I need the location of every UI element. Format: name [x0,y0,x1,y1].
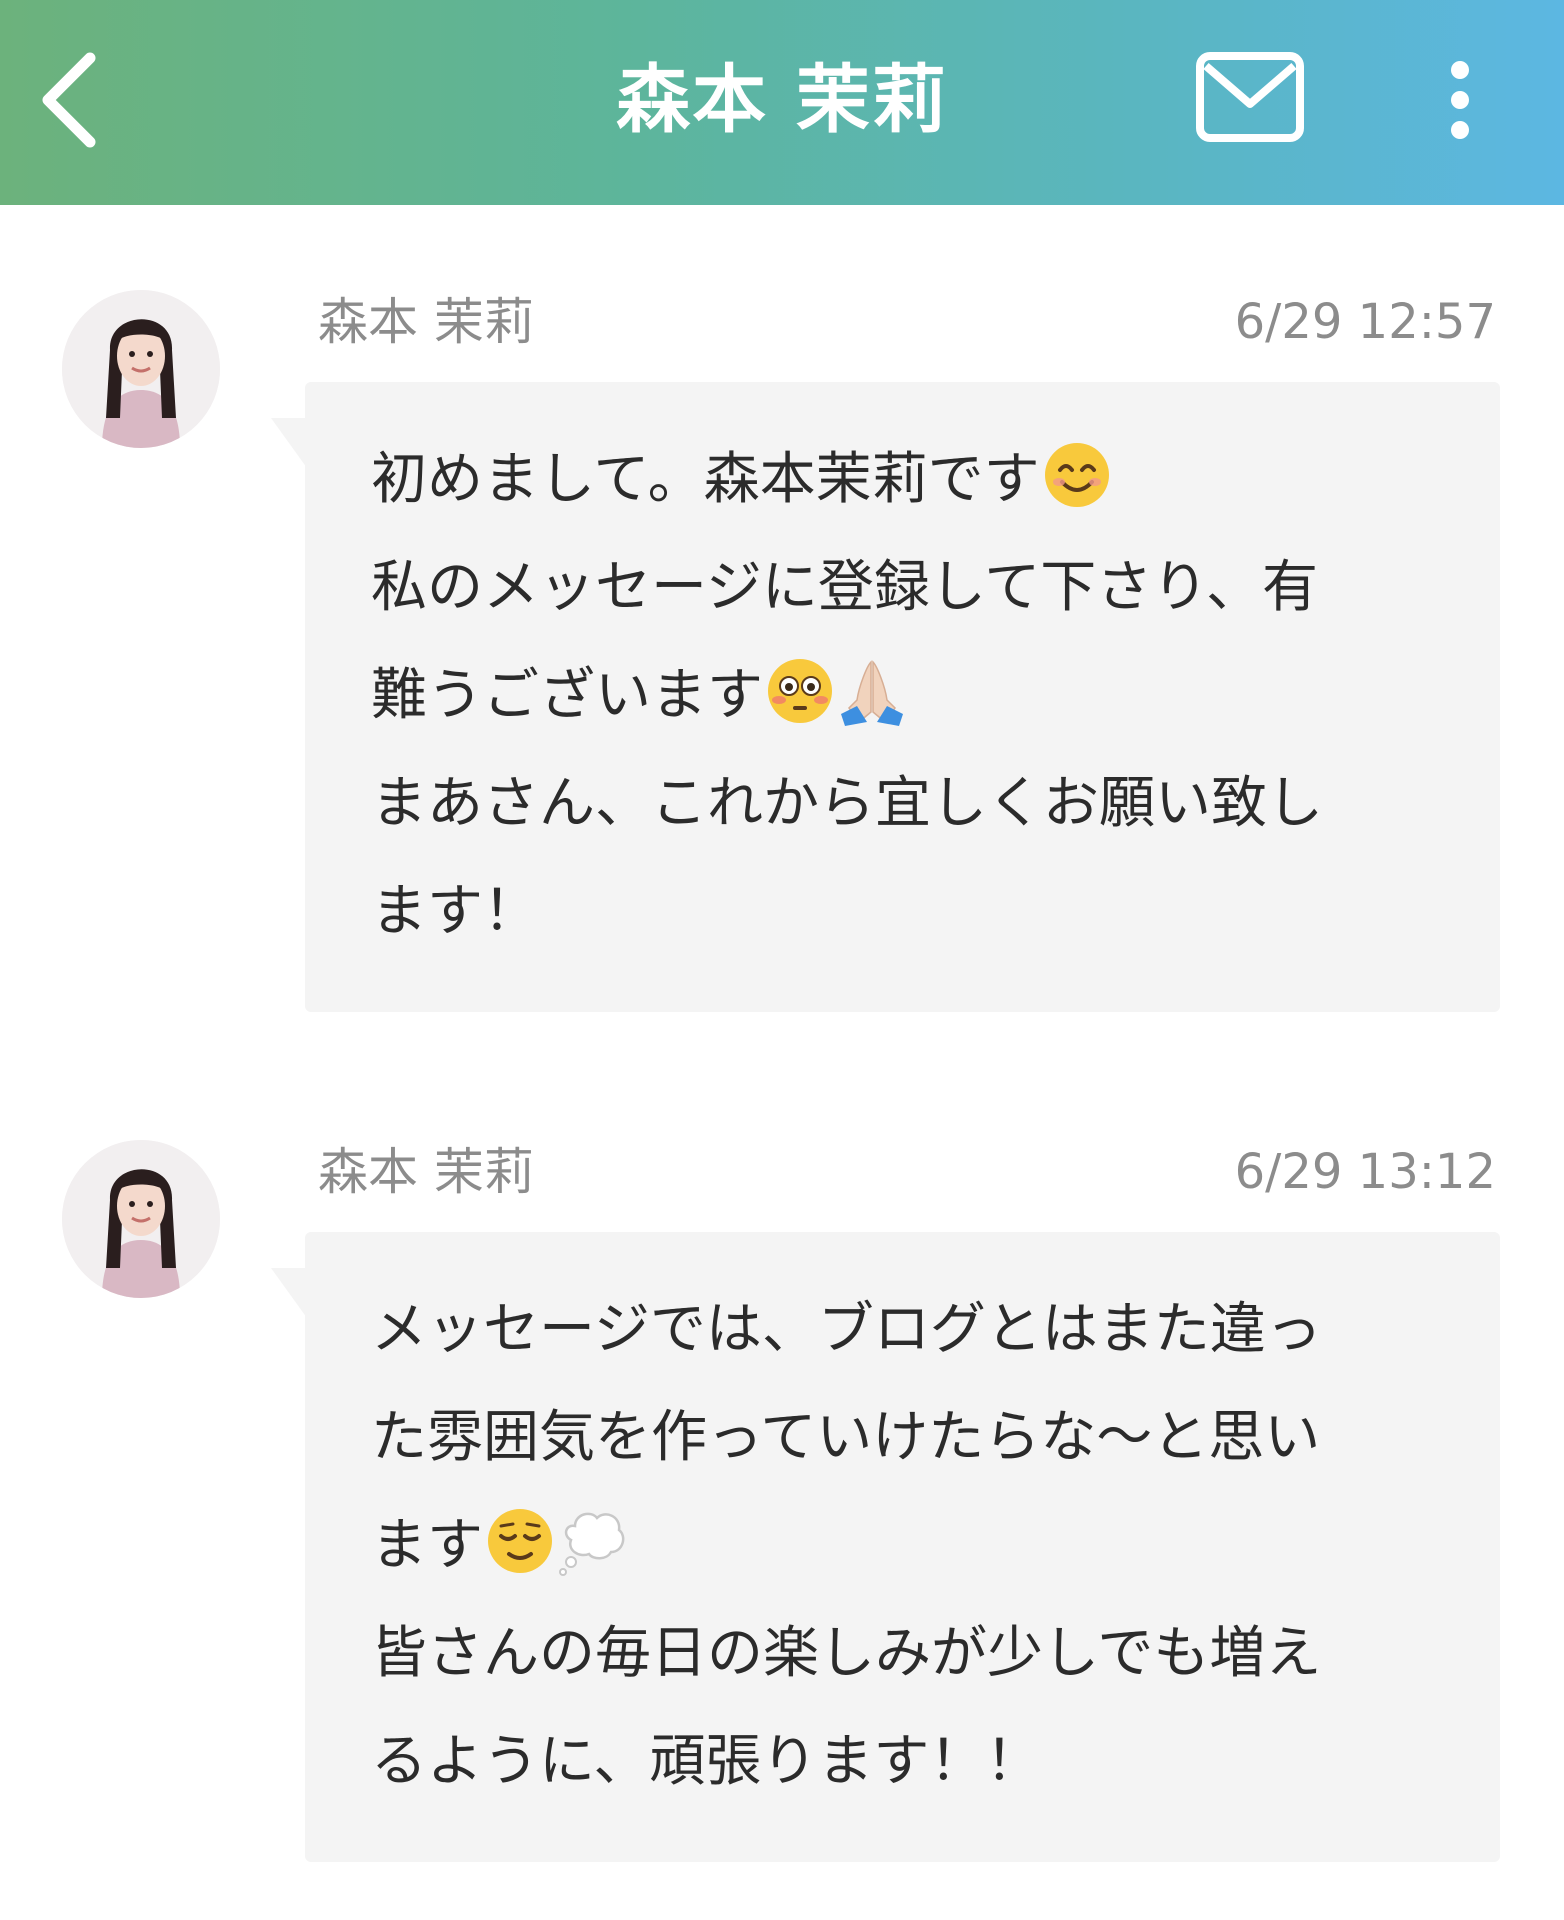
message-timestamp: 6/29 13:12 [1234,1144,1496,1200]
message-line: ます [371,1492,1440,1600]
sender-name: 森本 茉莉 [318,293,534,351]
message-bubble: メッセージでは、ブログとはまた違っ た雰囲気を作っていけたらな〜と思い ます 皆… [271,1232,1500,1862]
message-line: るように、頑張ります！！ [371,1729,1042,1794]
thought-balloon-icon [559,1512,625,1576]
chat-screen: 森本 茉莉 森本 茉莉 6/29 12:57 初めまして。森本茉莉です 私のメッ… [0,0,1564,1920]
header-bar: 森本 茉莉 [0,0,1564,205]
message-line: 初めまして。森本茉莉です [371,426,1440,534]
avatar[interactable] [62,290,220,448]
page-title: 森本 茉莉 [616,57,948,143]
sender-name: 森本 茉莉 [318,1143,534,1201]
message-line: メッセージでは、ブログとはまた違っ [371,1297,1322,1362]
flushed-face-icon [768,659,832,723]
bubble-tail [271,418,307,468]
folded-hands-icon [841,660,903,726]
message-line: た雰囲気を作っていけたらな〜と思い [371,1405,1321,1470]
message-timestamp: 6/29 12:57 [1234,294,1496,350]
avatar[interactable] [62,1140,220,1298]
message-line: 皆さんの毎日の楽しみが少しでも増え [371,1621,1322,1686]
message-item: 森本 茉莉 6/29 13:12 メッセージでは、ブログとはまた違っ た雰囲気を… [0,1140,1564,1880]
message-bubble: 初めまして。森本茉莉です 私のメッセージに登録して下さり、有 難うございます ま… [271,382,1500,1012]
relieved-face-icon [488,1509,552,1573]
message-line: 私のメッセージに登録して下さり、有 [371,555,1318,620]
message-line: ます！ [371,879,539,944]
message-item: 森本 茉莉 6/29 12:57 初めまして。森本茉莉です 私のメッセージに登録… [0,290,1564,1030]
smiling-face-icon [1044,443,1109,507]
message-line: 難うございます [371,642,1440,750]
mail-icon [1196,52,1304,142]
avatar-image [62,1140,220,1298]
avatar-image [62,290,220,448]
more-options-button[interactable] [1430,58,1490,144]
bubble-tail [271,1268,307,1318]
more-vertical-icon [1451,61,1469,139]
mail-button[interactable] [1194,48,1306,148]
message-line: まあさん、これから宜しくお願い致し [371,771,1323,836]
